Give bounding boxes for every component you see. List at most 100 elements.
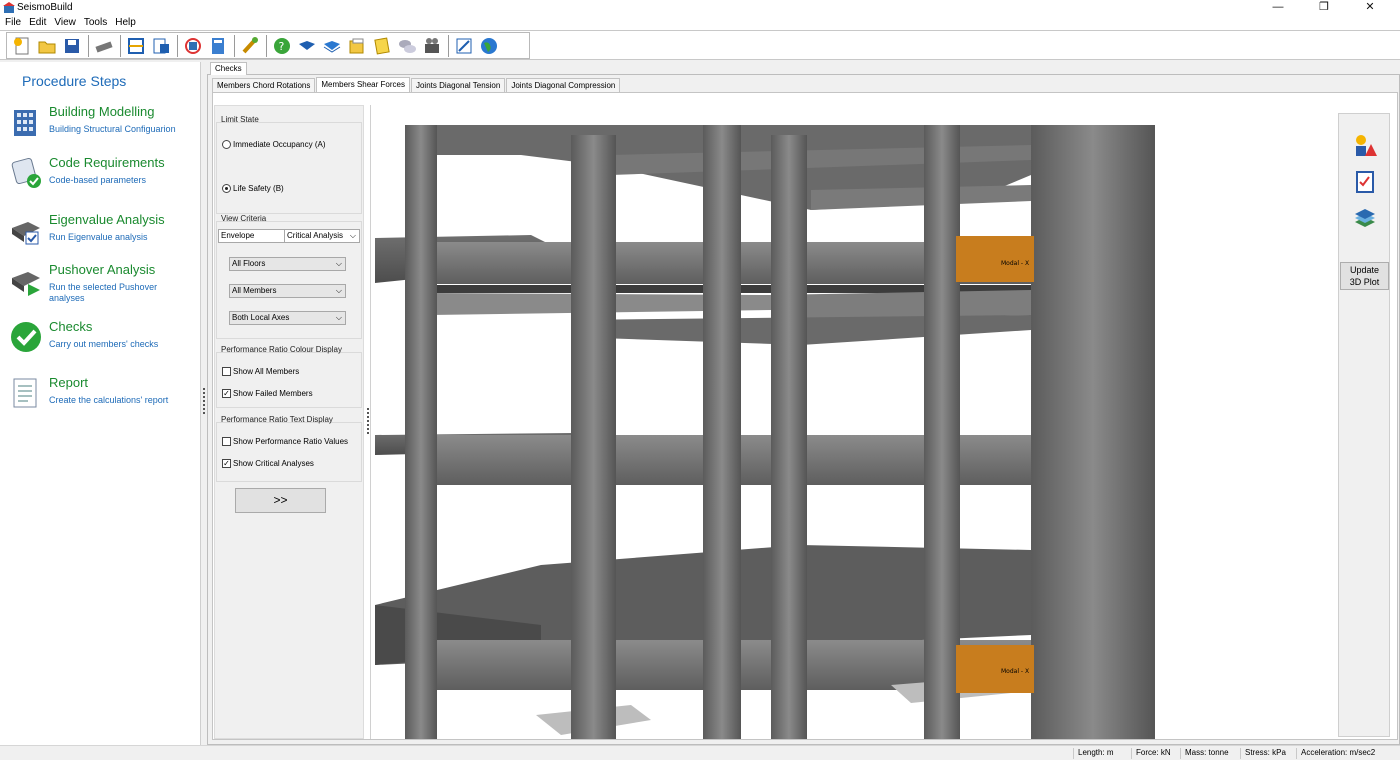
pushover-icon [12,272,40,296]
checkbox-label: Show Critical Analyses [233,459,314,468]
checkbox-label: Show All Members [233,367,300,376]
left-splitter-handle[interactable] [203,388,205,414]
radio-label: Immediate Occupancy (A) [233,140,326,149]
building-icon [14,110,36,136]
status-bar: Length: m Force: kN Mass: tonne Stress: … [0,745,1400,760]
globe-icon[interactable] [477,34,501,58]
checkbox-show-ratio-values[interactable]: Show Performance Ratio Values [222,437,348,446]
calculator-icon[interactable] [206,34,230,58]
status-length: Length: m [1073,748,1118,759]
tab-members-chord-rotations[interactable]: Members Chord Rotations [212,78,316,92]
checklist-icon[interactable] [1351,168,1379,196]
member-label: Modal - X [1001,260,1029,267]
model-icon[interactable] [181,34,205,58]
next-button[interactable]: >> [235,488,326,513]
radio-life-safety[interactable]: Life Safety (B) [222,184,284,193]
menu-help[interactable]: Help [112,16,139,29]
procedure-steps-title: Procedure Steps [22,73,127,89]
frame-icon[interactable] [124,34,148,58]
settings-icon[interactable] [92,34,116,58]
book-alt-icon[interactable] [320,34,344,58]
report-icon [13,378,37,408]
close-button[interactable]: ✕ [1347,0,1393,16]
menu-file[interactable]: File [2,16,24,29]
radio-immediate-occupancy[interactable]: Immediate Occupancy (A) [222,140,325,149]
radio-label: Life Safety (B) [233,184,284,193]
floors-select[interactable]: All Floors ⌵ [229,257,346,271]
brush-icon[interactable] [238,34,262,58]
critical-analysis-select[interactable]: Critical Analysis ⌵ [284,229,360,243]
menu-tools[interactable]: Tools [81,16,110,29]
tab-joints-diagonal-tension[interactable]: Joints Diagonal Tension [410,78,506,92]
limit-state-group [216,122,362,214]
step-subtitle[interactable]: Carry out members' checks [49,339,189,350]
checkbox-indicator[interactable] [222,437,231,446]
documents-icon[interactable] [370,34,394,58]
viewer-splitter-handle[interactable] [367,408,369,434]
checkbox-indicator[interactable] [222,367,231,376]
step-title: Pushover Analysis [49,262,156,277]
layers-icon[interactable] [1351,206,1379,234]
tab-joints-diagonal-compression[interactable]: Joints Diagonal Compression [506,78,621,92]
members-select[interactable]: All Members ⌵ [229,284,346,298]
minimize-button[interactable]: — [1255,0,1301,16]
shapes-icon[interactable] [1351,132,1379,160]
window-title: SeismoBuild [17,2,73,13]
step-title: Eigenvalue Analysis [49,212,165,227]
toolbar-separator [177,34,178,57]
edit-icon[interactable] [452,34,476,58]
checkbox-label: Show Failed Members [233,389,313,398]
step-title: Checks [49,319,93,334]
checkbox-indicator[interactable]: ✓ [222,459,231,468]
checkbox-show-critical-analyses[interactable]: ✓ Show Critical Analyses [222,459,314,468]
procedure-steps-panel: Procedure Steps Building Modelling Build… [0,62,201,745]
step-subtitle[interactable]: Code-based parameters [49,175,189,186]
restore-button[interactable]: ❐ [1301,0,1347,16]
text-display-group [216,422,362,482]
menu-view[interactable]: View [51,16,79,29]
export-icon[interactable] [149,34,173,58]
update-button-line2: 3D Plot [1349,277,1380,287]
checkbox-show-failed-members[interactable]: ✓ Show Failed Members [222,389,313,398]
chat-icon[interactable] [395,34,419,58]
step-title: Code Requirements [49,155,165,170]
folders-icon[interactable] [345,34,369,58]
step-title: Building Modelling [49,104,155,119]
step-subtitle[interactable]: Create the calculations' report [49,395,189,406]
step-title: Report [49,375,89,390]
local-axes-select[interactable]: Both Local Axes ⌵ [229,311,346,325]
3d-building-render[interactable]: Modal - X Modal - X [371,105,1337,739]
menu-edit[interactable]: Edit [26,16,49,29]
tab-members-shear-forces[interactable]: Members Shear Forces [316,77,410,92]
chevron-down-icon: ⌵ [335,286,342,295]
help-icon[interactable]: ? [270,34,294,58]
radio-indicator[interactable] [222,184,231,193]
status-acceleration: Acceleration: m/sec2 [1296,748,1379,759]
radio-indicator[interactable] [222,140,231,149]
floors-select-value: All Floors [232,259,266,268]
3d-viewer[interactable]: Modal - X Modal - X [370,105,1337,739]
update-3d-plot-button[interactable]: Update 3D Plot [1340,262,1389,290]
envelope-select-value: Envelope [221,231,255,240]
checkbox-show-all-members[interactable]: Show All Members [222,367,299,376]
green-check-icon [11,322,41,352]
save-icon[interactable] [60,34,84,58]
menu-bar: File Edit View Tools Help [0,16,1400,30]
tab-checks[interactable]: Checks [210,62,247,75]
book-icon[interactable] [295,34,319,58]
update-button-line1: Update [1349,265,1380,275]
new-project-icon[interactable] [10,34,34,58]
local-axes-select-value: Both Local Axes [232,313,290,322]
title-bar: SeismoBuild — ❐ ✕ [0,0,1400,16]
svg-text:?: ? [279,40,285,53]
scroll-check-icon [11,157,41,188]
envelope-select[interactable]: Envelope [218,229,285,243]
step-subtitle[interactable]: Run Eigenvalue analysis [49,232,189,243]
movie-icon[interactable] [420,34,444,58]
step-subtitle[interactable]: Building Structural Configuarion [49,124,189,135]
checkbox-indicator[interactable]: ✓ [222,389,231,398]
step-subtitle[interactable]: Run the selected Pushover analyses [49,282,189,304]
toolbar-strip: ? [6,32,530,59]
open-folder-icon[interactable] [35,34,59,58]
toolbar-separator [266,34,267,57]
